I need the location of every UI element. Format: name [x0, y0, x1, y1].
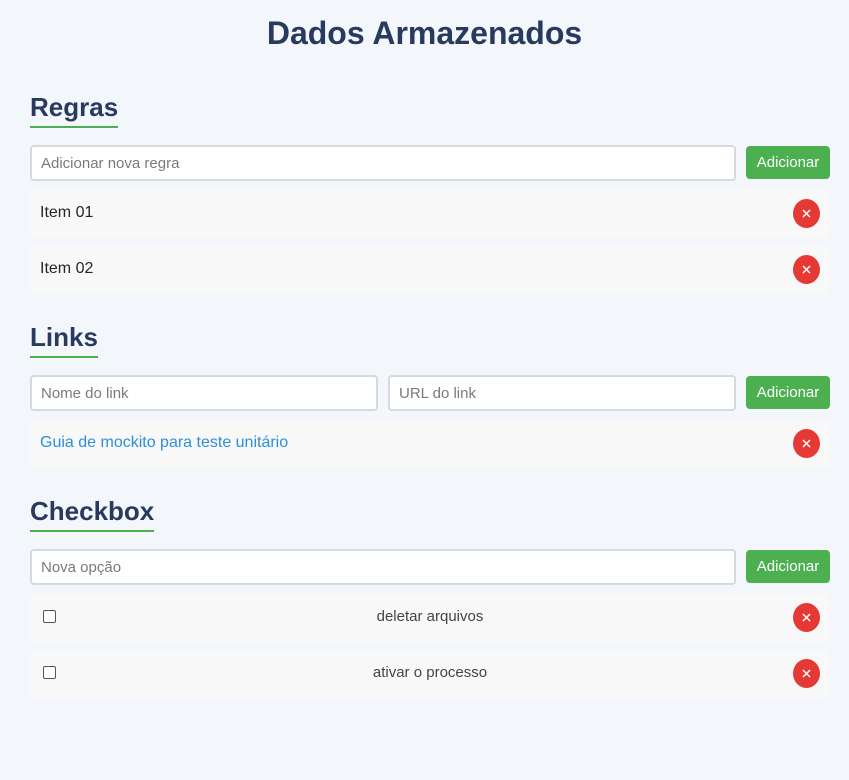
option-checkbox[interactable] [43, 610, 56, 623]
link-list-item: Guia de mockito para teste unitário [30, 420, 830, 468]
close-icon [802, 265, 811, 274]
rules-input-row: Adicionar [30, 145, 830, 181]
delete-option-button[interactable] [793, 603, 820, 632]
rule-list-item: Item 01 [30, 190, 830, 238]
delete-rule-button[interactable] [793, 199, 820, 228]
delete-rule-button[interactable] [793, 255, 820, 284]
links-section: Links Adicionar Guia de mockito para tes… [30, 322, 830, 472]
rule-item-text: Item 02 [40, 260, 94, 277]
rule-list-item: Item 02 [30, 246, 830, 294]
new-rule-input[interactable] [30, 145, 736, 181]
add-option-button[interactable]: Adicionar [746, 550, 830, 583]
link-url-input[interactable] [388, 375, 736, 411]
new-option-input[interactable] [30, 549, 736, 585]
rules-heading: Regras [30, 92, 119, 128]
close-icon [802, 669, 811, 678]
links-input-row: Adicionar [30, 375, 830, 411]
close-icon [802, 209, 811, 218]
close-icon [802, 613, 811, 622]
checkbox-section: Checkbox Adicionar deletar arquivos ativ… [30, 496, 830, 706]
checkbox-input-row: Adicionar [30, 549, 830, 585]
delete-link-button[interactable] [793, 429, 820, 458]
rules-section: Regras Adicionar Item 01 Item 02 [30, 92, 830, 302]
close-icon [802, 439, 811, 448]
option-checkbox[interactable] [43, 666, 56, 679]
delete-option-button[interactable] [793, 659, 820, 688]
link-item-anchor[interactable]: Guia de mockito para teste unitário [40, 420, 288, 466]
rule-item-text: Item 01 [40, 204, 94, 221]
link-name-input[interactable] [30, 375, 378, 411]
checkbox-heading: Checkbox [30, 496, 155, 532]
add-rule-button[interactable]: Adicionar [746, 146, 830, 179]
add-link-button[interactable]: Adicionar [746, 376, 830, 409]
option-label: ativar o processo [372, 664, 488, 681]
option-label: deletar arquivos [376, 608, 484, 625]
page-title: Dados Armazenados [266, 15, 583, 51]
links-heading: Links [30, 322, 98, 358]
checkbox-list-item: deletar arquivos [30, 594, 830, 642]
checkbox-list-item: ativar o processo [30, 650, 830, 698]
